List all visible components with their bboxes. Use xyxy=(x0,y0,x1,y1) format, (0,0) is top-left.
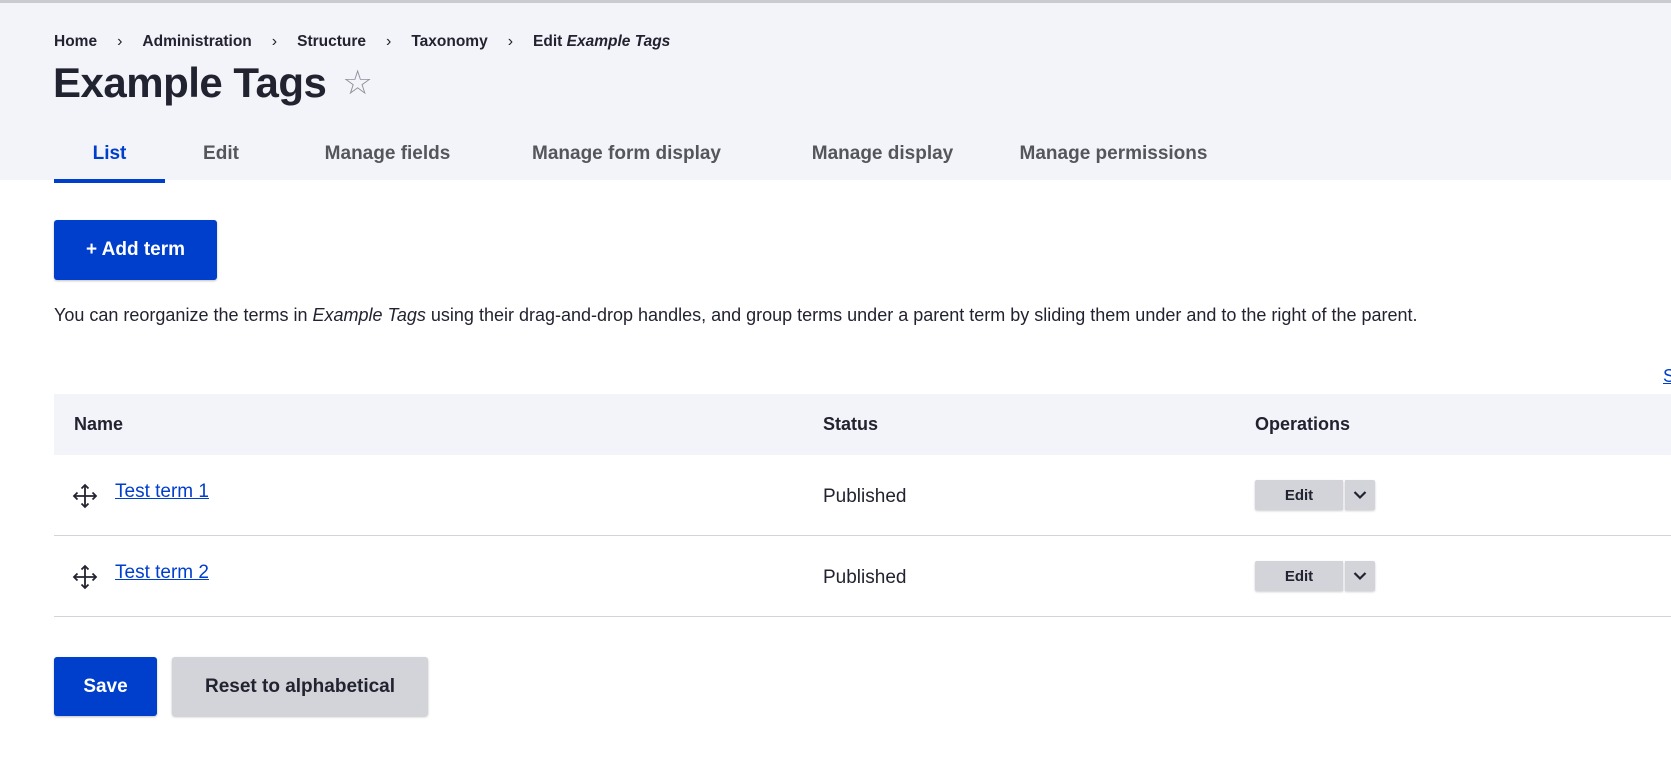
breadcrumb-taxonomy[interactable]: Taxonomy xyxy=(411,33,487,51)
tab-manage-fields[interactable]: Manage fields xyxy=(277,131,498,183)
term-link[interactable]: Test term 2 xyxy=(115,562,209,584)
chevron-down-icon[interactable] xyxy=(1345,561,1375,591)
edit-button[interactable]: Edit xyxy=(1255,561,1343,591)
terms-table: Name Status Operations Test term 1 Publi… xyxy=(54,394,1671,617)
tab-edit[interactable]: Edit xyxy=(165,131,277,183)
edit-button[interactable]: Edit xyxy=(1255,480,1343,510)
drag-handle-icon[interactable] xyxy=(72,564,98,590)
column-header-operations: Operations xyxy=(1255,414,1351,434)
primary-tabs: List Edit Manage fields Manage form disp… xyxy=(54,131,1217,183)
breadcrumb-structure[interactable]: Structure xyxy=(297,33,366,51)
tab-manage-display[interactable]: Manage display xyxy=(755,131,1010,183)
reorganize-help-text: You can reorganize the terms in Example … xyxy=(54,305,1418,326)
breadcrumb-current-name: Example Tags xyxy=(566,33,671,50)
help-text-before: You can reorganize the terms in xyxy=(54,305,313,325)
breadcrumb-administration[interactable]: Administration xyxy=(142,33,251,51)
table-header: Name Status Operations xyxy=(54,394,1671,455)
table-row: Test term 2 Published Edit xyxy=(54,536,1671,617)
page-title-text: Example Tags xyxy=(53,59,327,106)
add-term-button[interactable]: + Add term xyxy=(54,220,217,280)
breadcrumb-current: Edit Example Tags xyxy=(533,33,670,51)
breadcrumb-separator: › xyxy=(117,33,123,50)
term-status: Published xyxy=(823,567,907,588)
show-row-weights-link[interactable]: Show row weights xyxy=(1663,366,1671,387)
breadcrumb-separator: › xyxy=(271,33,278,50)
operations-dropbutton: Edit xyxy=(1255,480,1375,510)
chevron-down-icon[interactable] xyxy=(1345,480,1375,510)
breadcrumb-home[interactable]: Home xyxy=(54,33,97,51)
star-icon[interactable]: ☆ xyxy=(342,63,372,103)
breadcrumb-current-prefix: Edit xyxy=(533,33,563,50)
drag-handle-icon[interactable] xyxy=(72,483,98,509)
tab-manage-form-display[interactable]: Manage form display xyxy=(498,131,755,183)
term-link[interactable]: Test term 1 xyxy=(115,481,209,503)
tab-list[interactable]: List xyxy=(54,131,165,183)
table-row: Test term 1 Published Edit xyxy=(54,455,1671,536)
term-status: Published xyxy=(823,486,907,507)
help-text-vocabulary: Example Tags xyxy=(312,305,426,325)
save-button[interactable]: Save xyxy=(54,657,157,716)
breadcrumb-separator: › xyxy=(507,33,514,50)
reset-to-alphabetical-button[interactable]: Reset to alphabetical xyxy=(172,657,428,716)
page-title: Example Tags ☆ xyxy=(53,59,373,107)
column-header-name: Name xyxy=(74,414,124,434)
breadcrumb-separator: › xyxy=(386,33,392,50)
operations-dropbutton: Edit xyxy=(1255,561,1375,591)
help-text-after: using their drag-and-drop handles, and g… xyxy=(425,305,1418,325)
tab-manage-permissions[interactable]: Manage permissions xyxy=(1010,131,1217,183)
page-header: Home › Administration › Structure › Taxo… xyxy=(0,3,1671,183)
column-header-status: Status xyxy=(823,414,879,434)
breadcrumb: Home › Administration › Structure › Taxo… xyxy=(54,33,670,51)
